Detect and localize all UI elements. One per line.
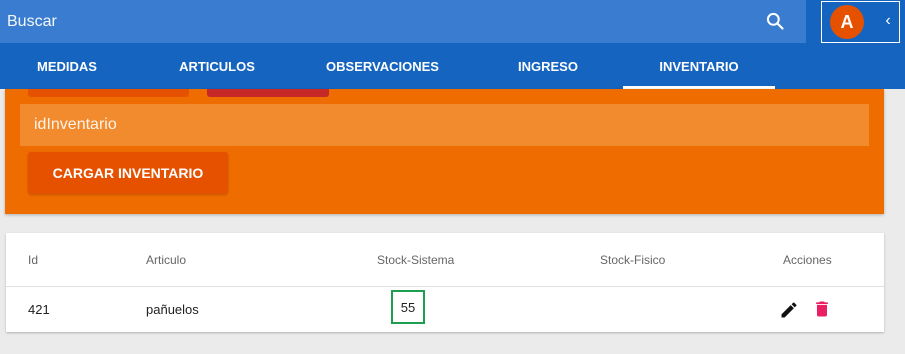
inventory-table: Id Articulo Stock-Sistema Stock-Fisico A… [6, 233, 884, 332]
cell-id: 421 [28, 302, 50, 317]
partial-button-orange[interactable] [28, 89, 189, 97]
tab-articulos[interactable]: ARTICULOS [150, 43, 284, 89]
tab-medidas[interactable]: MEDIDAS [0, 43, 134, 89]
header-stock-sistema: Stock-Sistema [377, 253, 455, 267]
cell-articulo: pañuelos [146, 302, 199, 317]
user-menu[interactable]: A ‹ [821, 1, 900, 43]
avatar[interactable]: A [830, 5, 864, 39]
tab-inventario[interactable]: INVENTARIO [623, 43, 775, 89]
partial-button-red[interactable] [207, 89, 329, 97]
delete-icon[interactable] [812, 299, 832, 319]
search-icon[interactable] [765, 11, 785, 31]
load-inventory-button[interactable]: CARGAR INVENTARIO [28, 152, 228, 194]
tab-observaciones[interactable]: OBSERVACIONES [300, 43, 465, 89]
cell-stock-sistema[interactable]: 55 [391, 290, 425, 324]
header-id: Id [28, 253, 39, 267]
row-divider [6, 286, 884, 287]
search-input[interactable] [7, 0, 747, 43]
header-acciones: Acciones [783, 253, 832, 267]
tab-ingreso[interactable]: INGRESO [480, 43, 616, 89]
tab-bar: MEDIDAS ARTICULOS OBSERVACIONES INGRESO … [0, 43, 905, 89]
header-stock-fisico: Stock-Fisico [600, 253, 666, 267]
search-box [0, 0, 806, 43]
edit-icon[interactable] [779, 300, 799, 320]
header-articulo: Articulo [146, 253, 187, 267]
chevron-left-icon[interactable]: ‹ [882, 10, 894, 32]
inventory-form-panel: CARGAR INVENTARIO [5, 89, 884, 214]
top-bar: A ‹ [0, 0, 905, 43]
id-inventario-input[interactable] [20, 104, 869, 146]
